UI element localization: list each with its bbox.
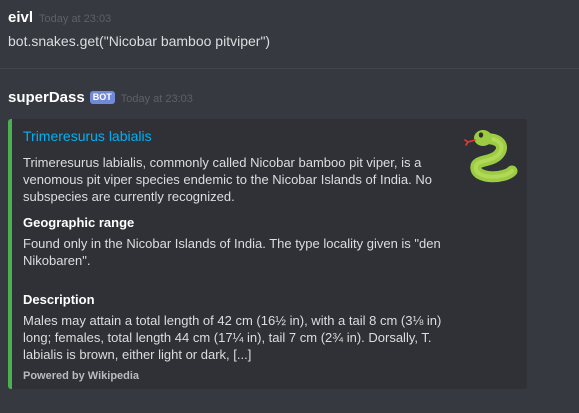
embed-description: Trimeresurus labialis, commonly called N… bbox=[23, 155, 432, 204]
snake-icon[interactable] bbox=[464, 125, 518, 183]
embed-body: Trimeresurus labialis Trimeresurus labia… bbox=[23, 127, 443, 363]
username[interactable]: superDass bbox=[8, 89, 85, 107]
message-superdass: superDass BOT Today at 23:03 Trimeresuru… bbox=[0, 77, 579, 413]
embed-field-value: Found only in the Nicobar Islands of Ind… bbox=[23, 236, 441, 268]
timestamp: Today at 23:03 bbox=[39, 13, 112, 25]
message-divider bbox=[0, 68, 579, 69]
chat-window: eivl Today at 23:03 bot.snakes.get("Nico… bbox=[0, 0, 579, 413]
rich-embed: Trimeresurus labialis Trimeresurus labia… bbox=[8, 119, 527, 389]
embed-field-name: Description bbox=[23, 292, 95, 307]
message-eivl: eivl Today at 23:03 bot.snakes.get("Nico… bbox=[0, 0, 579, 68]
message-header: eivl Today at 23:03 bbox=[8, 9, 111, 28]
message-content: bot.snakes.get("Nicobar bamboo pitviper"… bbox=[8, 33, 271, 49]
embed-field-name: Geographic range bbox=[23, 215, 135, 230]
embed-footer: Powered by Wikipedia bbox=[23, 370, 140, 382]
embed-field-value: Males may attain a total length of 42 cm… bbox=[23, 313, 442, 362]
bot-badge: BOT bbox=[89, 91, 115, 104]
message-header: superDass BOT Today at 23:03 bbox=[8, 89, 193, 108]
timestamp: Today at 23:03 bbox=[120, 93, 193, 105]
username[interactable]: eivl bbox=[8, 9, 33, 27]
embed-title-link[interactable]: Trimeresurus labialis bbox=[23, 127, 443, 145]
